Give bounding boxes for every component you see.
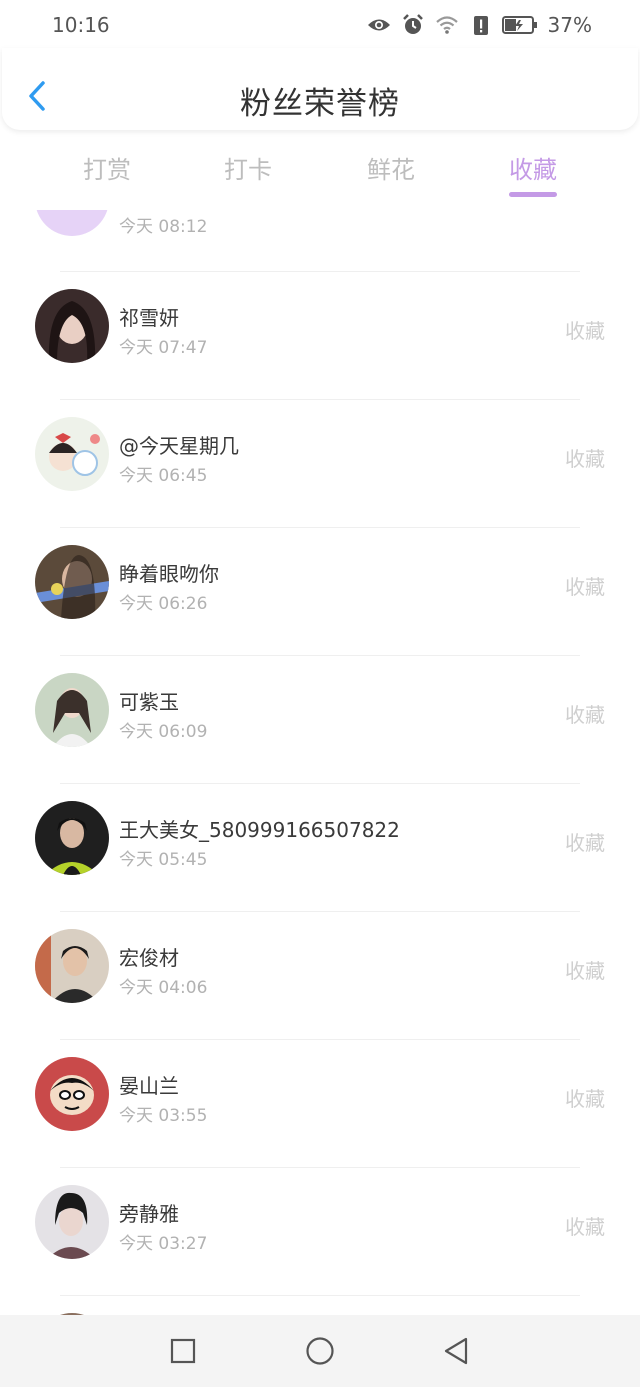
- avatar: [35, 929, 109, 1003]
- list-item-time: 今天 08:12: [119, 217, 208, 237]
- home-button[interactable]: [304, 1335, 336, 1367]
- eye-icon: [366, 13, 392, 37]
- list-item-time: 今天 05:45: [119, 850, 208, 870]
- list-item-name: 睁着眼吻你: [119, 562, 219, 586]
- back-nav-button[interactable]: [440, 1335, 472, 1367]
- list-item[interactable]: 宏俊材 今天 04:06 收藏: [0, 912, 640, 1040]
- tab-checkin[interactable]: 打卡: [198, 150, 298, 185]
- tab-bar: 打赏 打卡 鲜花 收藏: [0, 140, 640, 202]
- active-tab-indicator: [509, 192, 557, 197]
- list-item-name: @今天星期几: [119, 434, 239, 458]
- header: 粉丝荣誉榜: [2, 48, 638, 130]
- recents-button[interactable]: [167, 1335, 199, 1367]
- fan-list: 今天 08:12 祁雪妍 今天 07:47 收藏 @今天星期几 今天 06:45…: [0, 210, 640, 1315]
- list-item-time: 今天 04:06: [119, 978, 208, 998]
- avatar: [35, 1185, 109, 1259]
- list-item[interactable]: 旁静雅 今天 03:27 收藏: [0, 1168, 640, 1296]
- list-item[interactable]: 王大美女_580999166507822 今天 05:45 收藏: [0, 784, 640, 912]
- list-item-time: 今天 06:45: [119, 466, 208, 486]
- tab-favorites[interactable]: 收藏: [483, 150, 583, 185]
- avatar: [35, 673, 109, 747]
- alert-icon: [468, 13, 494, 37]
- favorite-label[interactable]: 收藏: [565, 1083, 605, 1112]
- list-item-time: 今天 06:09: [119, 722, 208, 742]
- list-item[interactable]: 今天 08:12: [0, 210, 640, 274]
- list-item-name: 王大美女_580999166507822: [119, 818, 400, 842]
- avatar: [35, 801, 109, 875]
- favorite-label[interactable]: 收藏: [565, 827, 605, 856]
- favorite-label[interactable]: 收藏: [565, 699, 605, 728]
- list-item-name: 祁雪妍: [119, 306, 179, 330]
- list-item-name: 宏俊材: [119, 946, 179, 970]
- list-item-time: 今天 03:27: [119, 1234, 208, 1254]
- status-time: 10:16: [52, 13, 110, 37]
- battery-icon: [501, 13, 538, 37]
- status-icons: 37%: [366, 12, 592, 38]
- page-title: 粉丝荣誉榜: [240, 86, 400, 122]
- alarm-icon: [400, 13, 426, 37]
- battery-percent: 37%: [547, 13, 592, 37]
- list-item-time: 今天 03:55: [119, 1106, 208, 1126]
- list-item[interactable]: [0, 1296, 640, 1315]
- list-item-name: 可紫玉: [119, 690, 179, 714]
- list-item[interactable]: 晏山兰 今天 03:55 收藏: [0, 1040, 640, 1168]
- favorite-label[interactable]: 收藏: [565, 955, 605, 984]
- list-item-time: 今天 06:26: [119, 594, 208, 614]
- favorite-label[interactable]: 收藏: [565, 1211, 605, 1240]
- list-item[interactable]: @今天星期几 今天 06:45 收藏: [0, 400, 640, 528]
- wifi-icon: [434, 13, 460, 37]
- avatar: [35, 417, 109, 491]
- square-icon: [170, 1338, 196, 1364]
- avatar: [35, 545, 109, 619]
- favorite-label[interactable]: 收藏: [565, 571, 605, 600]
- status-bar: 10:16 37%: [0, 0, 640, 50]
- list-item-name: 旁静雅: [119, 1202, 179, 1226]
- system-nav-bar: [0, 1315, 640, 1387]
- avatar: [35, 289, 109, 363]
- list-item-time: 今天 07:47: [119, 338, 208, 358]
- circle-home-icon: [306, 1337, 334, 1365]
- list-item[interactable]: 祁雪妍 今天 07:47 收藏: [0, 272, 640, 400]
- list-item-name: 晏山兰: [119, 1074, 179, 1098]
- triangle-back-icon: [444, 1337, 468, 1365]
- favorite-label[interactable]: 收藏: [565, 315, 605, 344]
- tab-flowers[interactable]: 鲜花: [341, 150, 441, 185]
- avatar: [35, 210, 109, 236]
- list-item[interactable]: 睁着眼吻你 今天 06:26 收藏: [0, 528, 640, 656]
- list-item[interactable]: 可紫玉 今天 06:09 收藏: [0, 656, 640, 784]
- tab-reward[interactable]: 打赏: [57, 150, 157, 185]
- avatar: [35, 1057, 109, 1131]
- favorite-label[interactable]: 收藏: [565, 443, 605, 472]
